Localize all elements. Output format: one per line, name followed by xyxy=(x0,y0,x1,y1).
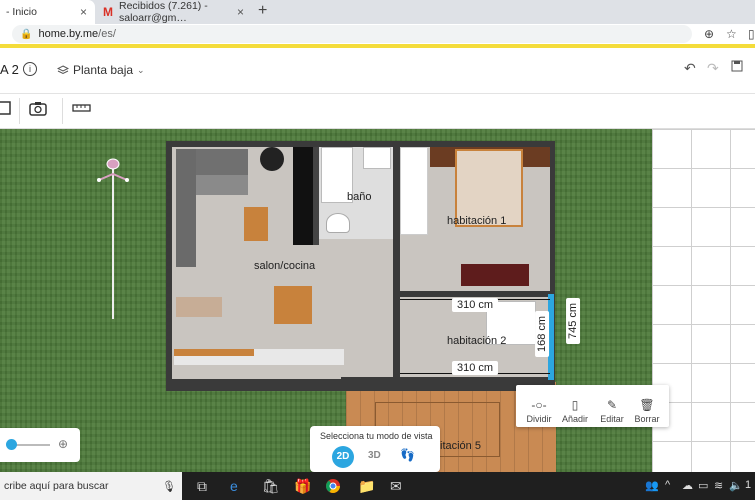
folder-icon[interactable]: 📁 xyxy=(358,478,375,495)
side-table xyxy=(244,207,268,241)
new-tab-button[interactable]: + xyxy=(258,2,267,20)
zoom-icon[interactable]: ⊕ xyxy=(704,27,714,41)
close-tab-icon[interactable]: × xyxy=(237,5,244,19)
measure-top[interactable]: 310 cm xyxy=(452,298,499,312)
close-tab-icon[interactable]: × xyxy=(80,5,87,19)
delete-button[interactable]: 🗑 Borrar xyxy=(627,398,667,424)
floor-selector[interactable]: Planta baja ⌄ xyxy=(57,63,145,77)
lock-icon: 🔒 xyxy=(20,28,33,40)
bed-single xyxy=(400,147,428,235)
walk-mode-icon[interactable]: 👣 xyxy=(400,448,415,462)
gift-icon[interactable]: 🎁 xyxy=(294,478,311,495)
cloud-icon[interactable]: ☁ xyxy=(682,479,693,492)
url-bar[interactable]: 🔒 home.by.me/es/ xyxy=(12,25,692,43)
toolbar-divider xyxy=(19,98,20,124)
people-icon[interactable]: 👥 xyxy=(645,479,659,492)
search-placeholder: cribe aquí para buscar xyxy=(4,480,109,492)
add-button[interactable]: ▯ Añadir xyxy=(555,398,595,424)
zoom-in-icon[interactable]: ⊕ xyxy=(58,437,68,451)
counter-wood xyxy=(174,349,254,356)
battery-icon[interactable]: ▭ xyxy=(698,479,708,492)
wifi-icon[interactable]: ≋ xyxy=(714,479,723,492)
gmail-icon: M xyxy=(103,5,113,19)
microphone-icon[interactable]: 🎙 xyxy=(162,480,176,493)
door-icon: ▯ xyxy=(571,398,579,412)
rug xyxy=(176,297,222,317)
chevron-down-icon: ⌄ xyxy=(137,64,145,75)
ruler-icon[interactable] xyxy=(72,100,92,121)
room-label-hab5[interactable]: itación 5 xyxy=(440,440,481,452)
wardrobe xyxy=(293,147,313,245)
project-name[interactable]: A 2 xyxy=(0,62,19,77)
url-path: /es/ xyxy=(98,28,116,40)
trash-icon: 🗑 xyxy=(639,398,655,412)
clock[interactable]: 1 xyxy=(745,479,751,491)
edge-icon[interactable]: e xyxy=(230,478,238,494)
url-host: home.by.me xyxy=(38,28,99,40)
info-icon[interactable]: i xyxy=(23,62,37,76)
measure-inner-height[interactable]: 168 cm xyxy=(535,310,550,358)
sink xyxy=(363,147,391,169)
tab-label: - Inicio xyxy=(6,6,37,18)
view-3d-button[interactable]: 3D xyxy=(368,450,381,461)
measure-bottom[interactable]: 310 cm xyxy=(452,361,499,375)
room-label-hab2[interactable]: habitación 2 xyxy=(447,335,506,347)
view-2d-button[interactable]: 2D xyxy=(332,446,354,468)
undo-icon[interactable]: ↶ xyxy=(684,60,696,77)
view-mode-title: Selecciona tu modo de vista xyxy=(320,431,433,441)
zoom-slider-knob[interactable] xyxy=(6,439,17,450)
tab-inicio[interactable]: - Inicio × xyxy=(0,0,95,24)
redo-icon[interactable]: ↷ xyxy=(707,60,719,77)
floor-label: Planta baja xyxy=(73,63,134,77)
store-icon[interactable]: 🛍 xyxy=(262,478,280,495)
save-icon[interactable] xyxy=(731,60,743,75)
divide-icon: -○- xyxy=(531,398,547,412)
sofa-chaise xyxy=(176,149,196,267)
street-lamp-icon xyxy=(97,158,129,319)
divide-button[interactable]: -○- Dividir xyxy=(519,398,559,424)
chevron-up-icon[interactable]: ^ xyxy=(665,479,670,491)
taskbar-search[interactable]: cribe aquí para buscar 🎙 xyxy=(0,472,182,500)
camera-icon[interactable] xyxy=(29,100,51,121)
room-label-bano[interactable]: baño xyxy=(347,191,371,203)
tab-label: Recibidos (7.261) - saloarr@gm… xyxy=(119,0,208,24)
measure-outer-height[interactable]: 745 cm xyxy=(566,297,581,345)
room-label-salon[interactable]: salon/cocina xyxy=(254,260,315,272)
mail-icon[interactable]: ✉ xyxy=(390,478,402,495)
dining-table xyxy=(274,286,312,324)
pencil-icon: ✎ xyxy=(606,398,618,412)
layers-icon xyxy=(57,65,69,75)
room-label-hab1[interactable]: habitación 1 xyxy=(447,215,506,227)
edit-button[interactable]: ✎ Editar xyxy=(592,398,632,424)
chrome-icon[interactable] xyxy=(325,478,341,497)
extension-icon[interactable]: ▯ xyxy=(748,27,755,41)
toolbar-divider xyxy=(62,98,63,124)
volume-icon[interactable]: 🔈 xyxy=(729,479,743,492)
bookmark-star-icon[interactable]: ☆ xyxy=(726,27,737,41)
rug-dark xyxy=(461,264,529,286)
round-table xyxy=(260,147,284,171)
tab-gmail[interactable]: M Recibidos (7.261) - saloarr@gm… × xyxy=(97,0,252,24)
sofa-seat xyxy=(196,175,248,195)
toilet xyxy=(326,213,350,233)
task-view-icon[interactable]: ⧉ xyxy=(197,478,207,495)
tool-bar xyxy=(0,94,755,129)
room-tool-icon[interactable] xyxy=(0,100,14,121)
